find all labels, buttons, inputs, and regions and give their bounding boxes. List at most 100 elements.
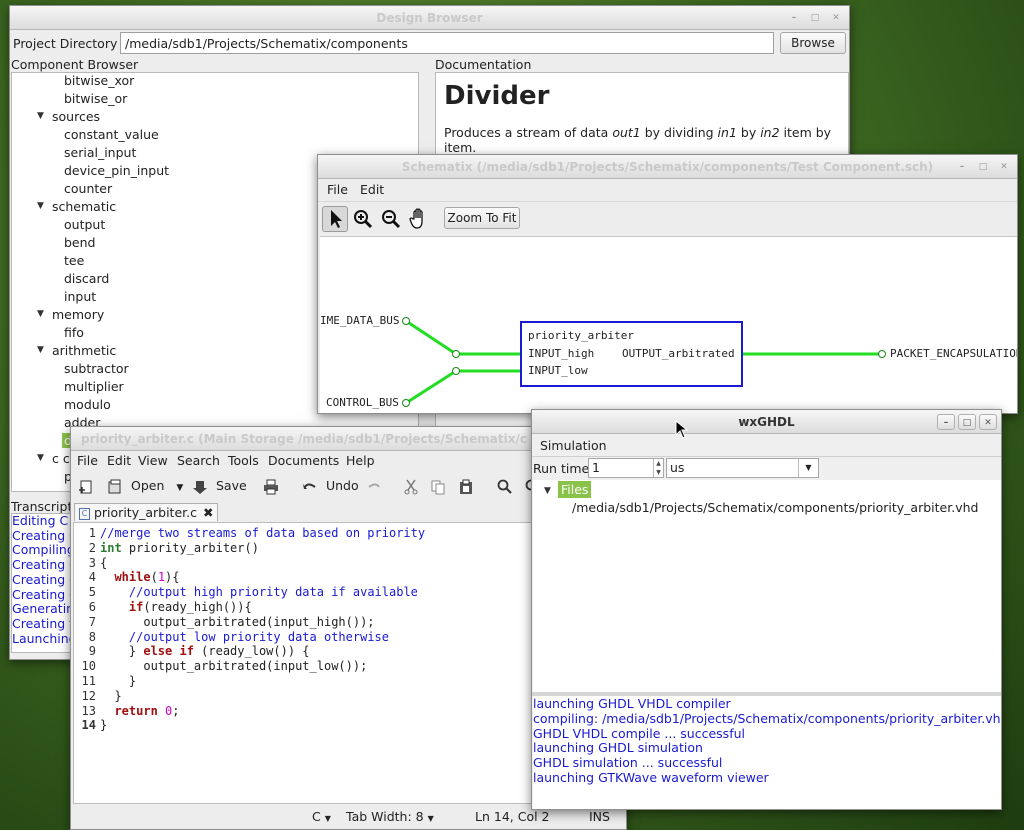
tree-category[interactable]: schematic: [52, 199, 116, 214]
menu-simulation[interactable]: Simulation: [540, 438, 607, 453]
close-icon[interactable]: ✕: [995, 159, 1013, 175]
insert-mode: INS: [589, 809, 610, 824]
wxghdl-titlebar[interactable]: wxGHDL – □ ✕: [532, 410, 1001, 434]
close-icon[interactable]: ✕: [827, 10, 845, 26]
project-directory-value: /media/sdb1/Projects/Schematix/component…: [125, 36, 408, 51]
tree-label: fifo: [64, 325, 84, 340]
close-tab-icon[interactable]: ✖: [203, 505, 213, 520]
run-time-input[interactable]: 1 ▲ ▼: [588, 458, 664, 478]
cut-button[interactable]: [403, 473, 419, 499]
menu-file[interactable]: File: [327, 182, 348, 197]
expand-triangle-icon[interactable]: ▼: [544, 486, 551, 496]
tree-item[interactable]: tee: [64, 253, 84, 268]
language-label: C: [312, 809, 321, 824]
redo-button[interactable]: [366, 473, 382, 499]
doc-heading: Divider: [444, 81, 550, 111]
tree-item[interactable]: constant_value: [64, 127, 159, 142]
copy-button[interactable]: [430, 473, 446, 499]
project-directory-input[interactable]: /media/sdb1/Projects/Schematix/component…: [120, 32, 774, 54]
doc-text-part: out1: [612, 125, 641, 140]
pan-hand-icon[interactable]: [408, 207, 430, 231]
vhd-file-item[interactable]: /media/sdb1/Projects/Schematix/component…: [572, 500, 978, 515]
zoom-to-fit-button[interactable]: Zoom To Fit: [444, 207, 520, 229]
tree-item[interactable]: input: [64, 289, 96, 304]
spin-buttons[interactable]: ▲ ▼: [653, 459, 663, 477]
code-text: } else if (ready_low()) {: [100, 644, 310, 659]
browse-button[interactable]: Browse: [780, 32, 846, 54]
menu-view[interactable]: View: [138, 453, 168, 468]
menu-file[interactable]: File: [77, 453, 98, 468]
expand-triangle-icon[interactable]: ▼: [37, 309, 44, 319]
files-node[interactable]: Files: [558, 481, 592, 498]
minimize-icon[interactable]: –: [785, 10, 803, 26]
tree-item[interactable]: subtractor: [64, 361, 129, 376]
line-number: 14: [81, 718, 96, 733]
document-tab[interactable]: C priority_arbiter.c ✖: [74, 503, 219, 521]
save-button[interactable]: Save: [192, 473, 247, 499]
files-tree[interactable]: ▼ Files /media/sdb1/Projects/Schematix/c…: [533, 480, 1001, 692]
menu-help[interactable]: Help: [346, 453, 375, 468]
language-selector[interactable]: C ▼: [312, 809, 331, 824]
undo-button[interactable]: Undo: [302, 473, 359, 499]
tree-category[interactable]: arithmetic: [52, 343, 116, 358]
expand-triangle-icon[interactable]: ▼: [37, 201, 44, 211]
tree-item[interactable]: serial_input: [64, 145, 136, 160]
doc-text-part: in1: [717, 125, 737, 140]
tree-item[interactable]: discard: [64, 271, 109, 286]
print-button[interactable]: [263, 473, 279, 499]
design-browser-titlebar[interactable]: Design Browser – □ ✕: [10, 6, 849, 30]
tree-item[interactable]: counter: [64, 181, 112, 196]
tree-item[interactable]: device_pin_input: [64, 163, 169, 178]
tree-item[interactable]: bitwise_xor: [64, 73, 134, 88]
chevron-down-icon[interactable]: ▼: [176, 483, 183, 493]
minimize-icon[interactable]: –: [953, 159, 971, 175]
paste-button[interactable]: [458, 473, 474, 499]
zoom-in-icon[interactable]: [352, 208, 374, 230]
time-unit-select[interactable]: us ▼: [666, 458, 819, 478]
code-text: output_arbitrated(input_low());: [100, 659, 368, 674]
expand-triangle-icon[interactable]: ▼: [37, 453, 44, 463]
tab-width-selector[interactable]: Tab Width: 8 ▼: [346, 809, 434, 824]
minimize-icon[interactable]: –: [937, 414, 955, 430]
menu-edit[interactable]: Edit: [107, 453, 131, 468]
line-number: 1: [88, 526, 96, 540]
pointer-tool[interactable]: [322, 206, 348, 232]
save-label: Save: [215, 478, 247, 493]
tree-item[interactable]: multiplier: [64, 379, 124, 394]
window-title: wxGHDL: [738, 415, 795, 429]
tree-item[interactable]: output: [64, 217, 105, 232]
run-time-bar: Run time 1 ▲ ▼ us ▼: [532, 456, 1001, 478]
schematix-titlebar[interactable]: Schematix (/media/sdb1/Projects/Schemati…: [318, 155, 1017, 179]
tree-category[interactable]: sources: [52, 109, 100, 124]
expand-triangle-icon[interactable]: ▼: [37, 111, 44, 121]
tree-category[interactable]: memory: [52, 307, 104, 322]
menu-tools[interactable]: Tools: [228, 453, 259, 468]
maximize-icon[interactable]: □: [806, 10, 824, 26]
expand-triangle-icon[interactable]: ▼: [37, 345, 44, 355]
doc-text: Produces a stream of data out1 by dividi…: [444, 125, 840, 155]
maximize-icon[interactable]: □: [958, 414, 976, 430]
tree-item[interactable]: modulo: [64, 397, 111, 412]
schematic-canvas[interactable]: IME_DATA_BUS CONTROL_BUS PACKET_ENCAPSUL…: [320, 236, 1017, 413]
menu-edit[interactable]: Edit: [360, 182, 384, 197]
tree-item[interactable]: bitwise_or: [64, 91, 127, 106]
port-input-low: INPUT_low: [528, 364, 588, 377]
open-button[interactable]: Open ▼: [107, 473, 183, 499]
menu-documents[interactable]: Documents: [268, 453, 339, 468]
tree-item[interactable]: bend: [64, 235, 95, 250]
find-button[interactable]: [497, 473, 513, 499]
tree-item[interactable]: fifo: [64, 325, 84, 340]
wxghdl-window: wxGHDL – □ ✕ Simulation Run time 1 ▲ ▼ us…: [531, 409, 1002, 810]
close-icon[interactable]: ✕: [979, 414, 997, 430]
menu-search[interactable]: Search: [177, 453, 220, 468]
zoom-out-icon[interactable]: [380, 208, 402, 230]
doc-text-part: by dividing: [640, 125, 718, 140]
copy-icon: [431, 480, 445, 494]
run-time-value: 1: [592, 460, 600, 475]
tree-label: modulo: [64, 397, 111, 412]
new-document-button[interactable]: [78, 473, 94, 499]
schematic-wires: [402, 317, 886, 407]
run-time-label: Run time: [533, 461, 590, 476]
log-line: GHDL simulation ... successful: [533, 755, 723, 771]
maximize-icon[interactable]: □: [974, 159, 992, 175]
